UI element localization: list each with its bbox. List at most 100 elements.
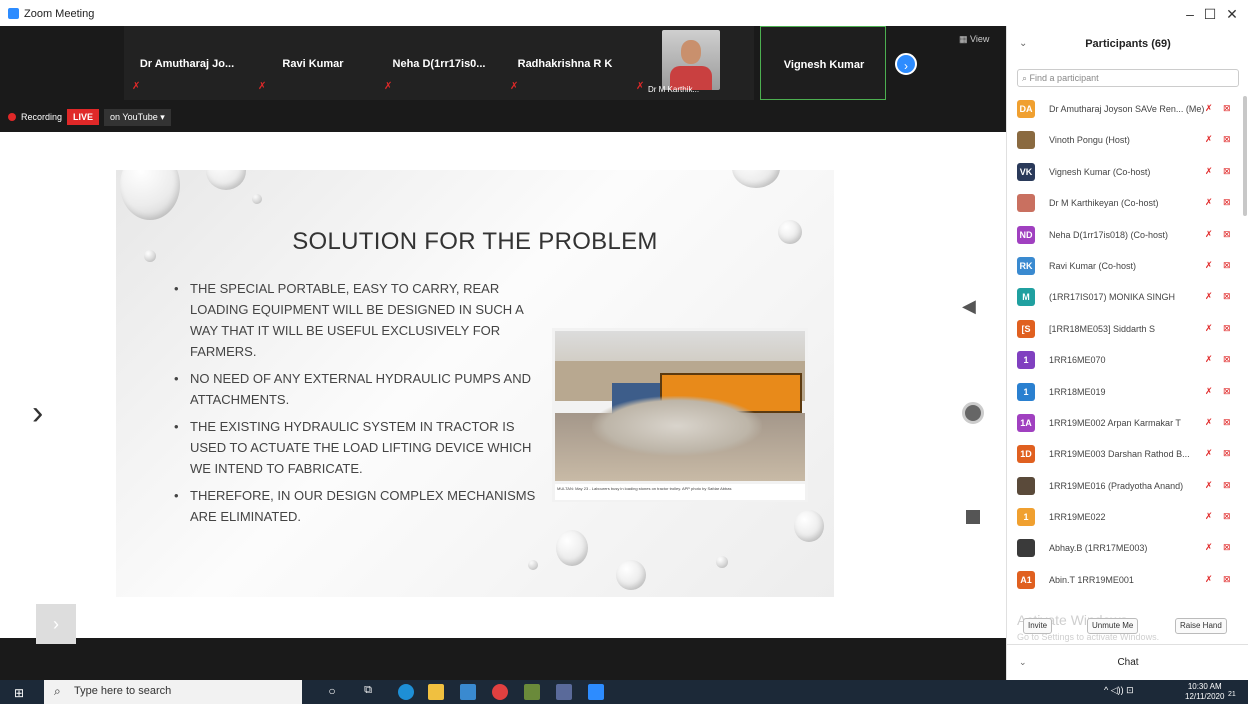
zoom-app-icon — [8, 8, 19, 19]
meeting-area: Dr Amutharaj Jo... ✗ Ravi Kumar ✗ Neha D… — [0, 26, 1006, 680]
participants-title: Participants (69) — [1085, 38, 1171, 50]
video-thumbnail[interactable]: Radhakrishna R K ✗ — [502, 26, 628, 100]
video-off-icon[interactable]: ⊠ — [1223, 103, 1231, 114]
video-thumbnail[interactable]: Ravi Kumar ✗ — [250, 26, 376, 100]
video-off-icon[interactable]: ⊠ — [1223, 542, 1231, 553]
participant-row[interactable]: 1 1RR19ME022 ✗ ⊠ — [1007, 502, 1248, 533]
participant-search-input[interactable]: ⌕ Find a participant — [1017, 69, 1239, 87]
chrome-icon[interactable] — [492, 684, 508, 700]
video-off-icon[interactable]: ⊠ — [1223, 511, 1231, 522]
live-destination-dropdown[interactable]: on YouTube ▾ — [104, 108, 171, 126]
video-off-icon[interactable]: ⊠ — [1223, 134, 1231, 145]
video-off-icon[interactable]: ⊠ — [1223, 386, 1231, 397]
slide-photo: MULTAN: May 23 - Labourers busy in loadi… — [552, 328, 808, 502]
participant-row[interactable]: ND Neha D(1rr17is018) (Co-host) ✗ ⊠ — [1007, 220, 1248, 251]
mic-muted-icon[interactable]: ✗ — [1205, 166, 1213, 177]
mic-muted-icon[interactable]: ✗ — [1205, 448, 1213, 459]
participant-name: Ravi Kumar — [282, 58, 344, 70]
participant-row[interactable]: VK Vignesh Kumar (Co-host) ✗ ⊠ — [1007, 157, 1248, 188]
mic-muted-icon[interactable]: ✗ — [1205, 134, 1213, 145]
avatar: 1 — [1017, 382, 1035, 401]
participant-row[interactable]: Vinoth Pongu (Host) ✗ ⊠ — [1007, 125, 1248, 156]
edge-browser-icon[interactable] — [398, 684, 414, 700]
video-off-icon[interactable]: ⊠ — [1223, 354, 1231, 365]
record-circle-icon[interactable] — [962, 402, 984, 424]
mic-muted-icon[interactable]: ✗ — [1205, 323, 1213, 334]
video-thumbnail-active-speaker[interactable]: Vignesh Kumar — [760, 26, 886, 100]
water-drop — [732, 170, 780, 188]
participant-row[interactable]: 1RR19ME016 (Pradyotha Anand) ✗ ⊠ — [1007, 471, 1248, 502]
mic-muted-icon[interactable]: ✗ — [1205, 229, 1213, 240]
video-off-icon[interactable]: ⊠ — [1223, 291, 1231, 302]
video-thumbnail[interactable]: Dr Amutharaj Jo... ✗ — [124, 26, 250, 100]
notification-icon[interactable]: 21 — [1228, 685, 1236, 699]
participant-row[interactable]: 1 1RR16ME070 ✗ ⊠ — [1007, 345, 1248, 376]
scrollbar[interactable] — [1243, 96, 1247, 216]
participant-row[interactable]: RK Ravi Kumar (Co-host) ✗ ⊠ — [1007, 251, 1248, 282]
windows-start-icon[interactable]: ⊞ — [14, 686, 24, 700]
stop-square-icon[interactable] — [966, 510, 980, 524]
invite-button[interactable]: Invite — [1023, 618, 1053, 634]
mic-muted-icon[interactable]: ✗ — [1205, 574, 1213, 585]
unmute-me-button[interactable]: Unmute Me — [1087, 618, 1139, 634]
video-thumbnail[interactable]: ✗ Dr M Karthik... — [628, 26, 754, 100]
participant-row[interactable]: 1 1RR18ME019 ✗ ⊠ — [1007, 377, 1248, 408]
search-placeholder: Find a participant — [1029, 73, 1099, 83]
mic-muted-icon[interactable]: ✗ — [1205, 197, 1213, 208]
slide-bullet: THE SPECIAL PORTABLE, EASY TO CARRY, REA… — [174, 278, 554, 362]
participant-name: 1RR19ME002 Arpan Karmakar T — [1049, 417, 1181, 428]
chat-header[interactable]: ⌄ Chat — [1007, 644, 1248, 680]
title-bar: Zoom Meeting – ☐ ✕ — [0, 0, 1248, 26]
avatar — [1017, 476, 1035, 495]
mail-icon[interactable] — [460, 684, 476, 700]
participant-row[interactable]: A1 Abin.T 1RR19ME001 ✗ ⊠ — [1007, 565, 1248, 596]
video-off-icon[interactable]: ⊠ — [1223, 480, 1231, 491]
mic-muted-icon[interactable]: ✗ — [1205, 480, 1213, 491]
minimize-button[interactable]: – — [1180, 5, 1200, 23]
participant-row[interactable]: 1A 1RR19ME002 Arpan Karmakar T ✗ ⊠ — [1007, 408, 1248, 439]
video-off-icon[interactable]: ⊠ — [1223, 260, 1231, 271]
video-off-icon[interactable]: ⊠ — [1223, 197, 1231, 208]
participant-row[interactable]: [S [1RR18ME053] Siddarth S ✗ ⊠ — [1007, 314, 1248, 345]
system-tray[interactable]: ^ ◁)) ⊡ — [1104, 685, 1134, 696]
taskbar-search-input[interactable]: ⌕ Type here to search — [44, 680, 302, 704]
video-off-icon[interactable]: ⊠ — [1223, 448, 1231, 459]
participant-row[interactable]: M (1RR17IS017) MONIKA SINGH ✗ ⊠ — [1007, 282, 1248, 313]
view-button[interactable]: ▦ View — [959, 34, 989, 45]
mic-muted-icon[interactable]: ✗ — [1205, 511, 1213, 522]
close-button[interactable]: ✕ — [1222, 5, 1242, 23]
mic-muted-icon[interactable]: ✗ — [1205, 354, 1213, 365]
cortana-icon[interactable]: ○ — [324, 684, 340, 700]
video-off-icon[interactable]: ⊠ — [1223, 229, 1231, 240]
mic-muted-icon[interactable]: ✗ — [1205, 542, 1213, 553]
zoom-taskbar-icon[interactable] — [588, 684, 604, 700]
next-thumbnails-button[interactable]: › — [895, 53, 917, 75]
video-off-icon[interactable]: ⊠ — [1223, 323, 1231, 334]
task-view-icon[interactable]: ⧉ — [360, 684, 376, 700]
participants-panel: ⌄ Participants (69) ⌕ Find a participant… — [1006, 26, 1248, 680]
participant-name: Vinoth Pongu (Host) — [1049, 135, 1130, 146]
mic-muted-icon[interactable]: ✗ — [1205, 386, 1213, 397]
video-off-icon[interactable]: ⊠ — [1223, 574, 1231, 585]
taskbar-clock[interactable]: 10:30 AM 12/11/2020 — [1185, 682, 1224, 702]
triangle-left-icon[interactable]: ◀ — [962, 296, 976, 317]
next-page-button[interactable]: › — [36, 604, 76, 644]
view-label: View — [970, 34, 990, 44]
participant-row[interactable]: 1D 1RR19ME003 Darshan Rathod B... ✗ ⊠ — [1007, 439, 1248, 470]
raise-hand-button[interactable]: Raise Hand — [1175, 618, 1227, 634]
participant-row[interactable]: Abhay.B (1RR17ME003) ✗ ⊠ — [1007, 533, 1248, 564]
mic-muted-icon[interactable]: ✗ — [1205, 417, 1213, 428]
video-off-icon[interactable]: ⊠ — [1223, 166, 1231, 177]
video-thumbnail[interactable]: Neha D(1rr17is0... ✗ — [376, 26, 502, 100]
maximize-button[interactable]: ☐ — [1200, 5, 1220, 23]
participant-row[interactable]: Dr M Karthikeyan (Co-host) ✗ ⊠ — [1007, 188, 1248, 219]
participant-row[interactable]: DA Dr Amutharaj Joyson SAVe Ren... (Me) ✗ ⊠ — [1007, 94, 1248, 125]
video-off-icon[interactable]: ⊠ — [1223, 417, 1231, 428]
mic-muted-icon[interactable]: ✗ — [1205, 260, 1213, 271]
mic-muted-icon[interactable]: ✗ — [1205, 291, 1213, 302]
store-icon[interactable] — [524, 684, 540, 700]
file-explorer-icon[interactable] — [428, 684, 444, 700]
mic-muted-icon[interactable]: ✗ — [1205, 103, 1213, 114]
chevron-right-icon[interactable]: › — [32, 394, 43, 433]
photos-icon[interactable] — [556, 684, 572, 700]
